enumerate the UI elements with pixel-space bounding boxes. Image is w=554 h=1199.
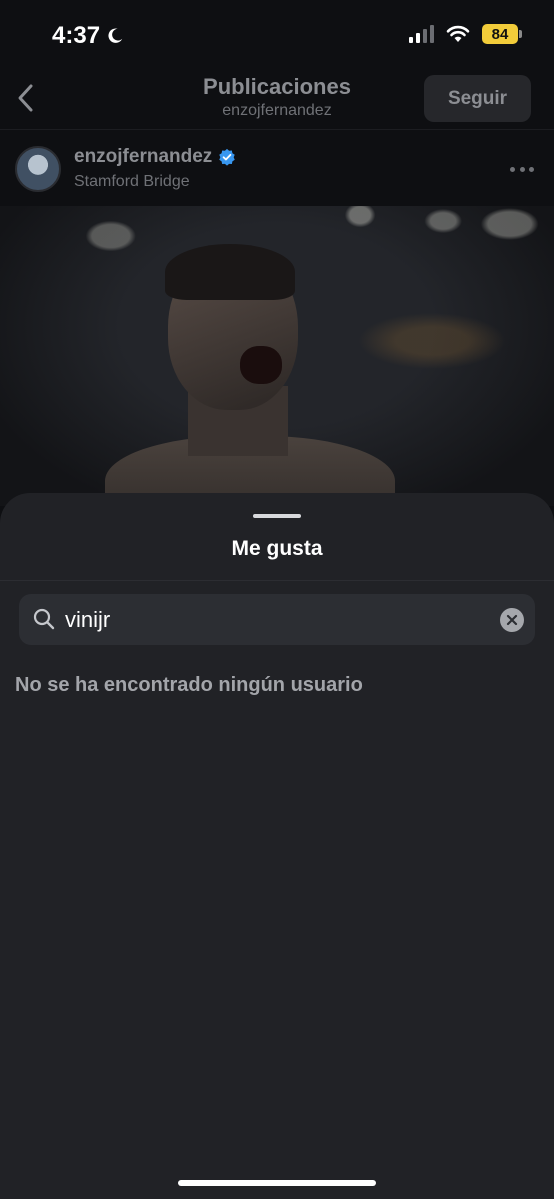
more-dot [519, 166, 525, 172]
status-indicators: 84 [409, 24, 522, 44]
photo-player-mouth [240, 346, 282, 384]
nav-header: Publicaciones enzojfernandez Seguir [0, 70, 554, 130]
status-time: 4:37 [52, 22, 101, 49]
status-bar: 4:37 84 [0, 0, 554, 70]
battery-level: 84 [491, 25, 509, 43]
post-username[interactable]: enzojfernandez [74, 146, 212, 168]
post-username-group[interactable]: enzojfernandez [74, 146, 236, 168]
screen: 4:37 84 Publicaciones enzojfernandez Seg… [0, 0, 554, 1199]
empty-results-message: No se ha encontrado ningún usuario [15, 674, 363, 696]
post-header: enzojfernandez Stamford Bridge [0, 131, 554, 206]
clear-search-button[interactable] [500, 608, 524, 632]
wifi-icon [446, 25, 470, 42]
battery-indicator: 84 [482, 24, 522, 44]
more-options-button[interactable] [510, 159, 534, 179]
post-photo [0, 206, 554, 506]
post-location[interactable]: Stamford Bridge [74, 173, 190, 191]
search-input[interactable] [65, 602, 485, 637]
sheet-title: Me gusta [231, 537, 323, 560]
likes-sheet: Me gusta No se ha encontrado ningún usua… [0, 493, 554, 1199]
clear-icon [506, 614, 518, 626]
sheet-drag-handle[interactable] [253, 514, 301, 518]
moon-icon [108, 28, 123, 43]
avatar[interactable] [15, 146, 61, 192]
home-indicator[interactable] [178, 1180, 376, 1186]
search-icon [33, 608, 55, 630]
more-dot [529, 166, 534, 172]
cellular-signal-icon [409, 25, 434, 43]
photo-player-hair [165, 244, 295, 300]
divider [0, 580, 554, 581]
verified-badge-icon [219, 148, 236, 166]
follow-button[interactable]: Seguir [424, 75, 531, 122]
more-horizontal-icon [510, 166, 515, 172]
search-bar[interactable] [19, 594, 535, 645]
status-time-group: 4:37 [52, 22, 124, 50]
